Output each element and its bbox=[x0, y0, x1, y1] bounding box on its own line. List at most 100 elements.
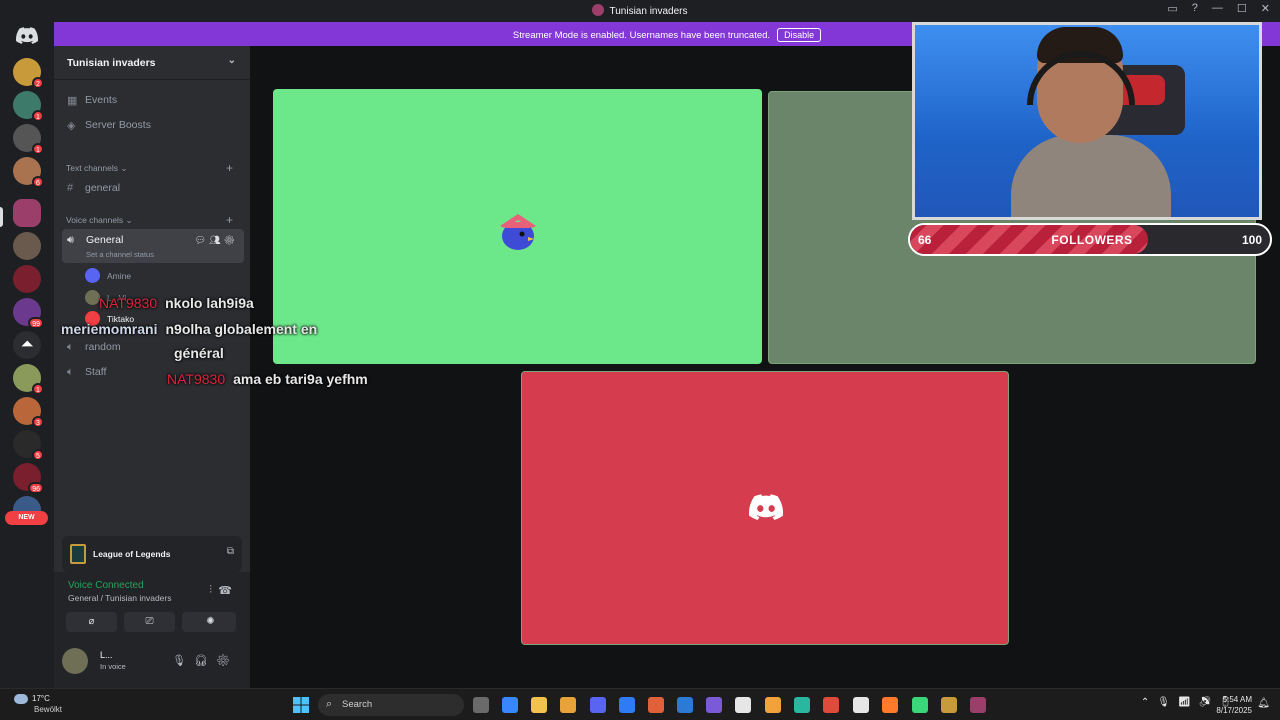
server-icon-tunisian-invaders[interactable] bbox=[13, 199, 41, 227]
windows-start-icon[interactable] bbox=[293, 697, 309, 713]
username[interactable]: L... bbox=[100, 650, 113, 660]
followers-label: FOLLOWERS bbox=[1051, 233, 1133, 247]
messenger-icon[interactable] bbox=[619, 697, 635, 713]
server-icon-4[interactable]: 6 bbox=[13, 157, 44, 188]
user-controls[interactable]: 🎙︎🎧︎⚙︎ bbox=[172, 654, 238, 667]
speaker-icon: 🔈︎ bbox=[67, 340, 74, 353]
file-explorer-icon[interactable] bbox=[531, 697, 547, 713]
banner-message: Streamer Mode is enabled. Usernames have… bbox=[512, 30, 771, 41]
clock[interactable]: 5:54 AM 8/17/2025 bbox=[1216, 694, 1252, 716]
server-icon-13[interactable]: 96 bbox=[13, 463, 44, 494]
taskbar-search[interactable]: ⌕ Search bbox=[318, 694, 464, 716]
disable-button[interactable]: Disable bbox=[777, 28, 822, 42]
video-tile-1[interactable] bbox=[273, 89, 762, 364]
server-icon-3[interactable]: 1 bbox=[13, 124, 44, 155]
voice-location[interactable]: General / Tunisian invaders bbox=[68, 593, 171, 603]
copilot-icon[interactable] bbox=[502, 697, 518, 713]
server-icon-1[interactable]: 2 bbox=[13, 58, 44, 89]
server-icon-11[interactable]: 3 bbox=[13, 397, 44, 428]
taskbar: 17°C Bewölkt ⌕ Search ⌃🎙︎📶︎🔊︎🔋︎ 5:54 AM 8/… bbox=[0, 688, 1280, 720]
server-icon-9[interactable]: ⏶ bbox=[13, 331, 41, 359]
category-voice-channels[interactable]: Voice channels ⌄ + bbox=[66, 213, 233, 227]
app-icon[interactable] bbox=[648, 697, 664, 713]
activity-panel[interactable]: League of Legends ⧉ bbox=[62, 536, 242, 572]
add-channel-icon[interactable]: + bbox=[226, 161, 233, 175]
avatar[interactable] bbox=[62, 648, 88, 674]
voice-channel-general[interactable]: 🔊︎ General Set a channel status 💬︎👥︎⚙︎ bbox=[62, 229, 244, 263]
channel-general[interactable]: # general bbox=[62, 177, 244, 199]
help-icon[interactable]: ? bbox=[1192, 2, 1198, 15]
discord-taskbar-icon[interactable] bbox=[590, 697, 606, 713]
chat-message: NAT9830 nkolo lah9i9a bbox=[99, 295, 254, 311]
disconnect-icon[interactable]: ☎ bbox=[218, 584, 232, 597]
soundboard-button[interactable]: ✺ bbox=[185, 612, 236, 632]
chat-username: NAT9830 bbox=[99, 295, 158, 311]
cloud-icon bbox=[14, 694, 28, 704]
server-icon-10[interactable]: 1 bbox=[13, 364, 44, 395]
channel-status-input[interactable]: Set a channel status bbox=[86, 250, 154, 259]
sidebar-item-events[interactable]: ▦ Events bbox=[62, 89, 244, 111]
firefox-icon[interactable] bbox=[882, 697, 898, 713]
server-icon-7[interactable] bbox=[13, 265, 41, 293]
voice-channel-tools[interactable]: 💬︎👥︎⚙︎ bbox=[195, 235, 238, 246]
chat-text: nkolo lah9i9a bbox=[165, 295, 254, 311]
boost-icon: ◈ bbox=[67, 119, 76, 132]
chat-text: général bbox=[174, 345, 224, 361]
user-status: In voice bbox=[100, 662, 126, 671]
video-tile-3[interactable] bbox=[521, 371, 1009, 645]
chat-message: NAT9830 ama eb tari9a yefhm bbox=[167, 371, 368, 387]
minimize-button[interactable]: — bbox=[1212, 2, 1223, 15]
brave-icon[interactable] bbox=[823, 697, 839, 713]
voice-member[interactable]: Amine bbox=[85, 268, 131, 283]
app-icon[interactable] bbox=[735, 697, 751, 713]
webcam-overlay bbox=[912, 22, 1262, 220]
selected-indicator bbox=[0, 207, 3, 227]
new-badge: NEW bbox=[5, 511, 48, 525]
channel-sidebar: Tunisian invaders ⌄ ▦ Events ◈ Server Boost… bbox=[54, 46, 250, 688]
vscode-icon[interactable] bbox=[677, 697, 693, 713]
obsidian-icon[interactable] bbox=[706, 697, 722, 713]
weather-widget[interactable]: 17°C Bewölkt bbox=[14, 694, 62, 714]
app-icon[interactable] bbox=[794, 697, 810, 713]
inbox-icon[interactable]: ▭ bbox=[1167, 2, 1177, 15]
server-icon bbox=[592, 4, 605, 16]
camera-off-button[interactable]: ⌀ bbox=[66, 612, 117, 632]
server-header[interactable]: Tunisian invaders ⌄ bbox=[54, 46, 250, 80]
search-icon: ⌕ bbox=[326, 698, 333, 710]
app-icon[interactable] bbox=[970, 697, 986, 713]
speaker-icon: 🔈︎ bbox=[67, 365, 74, 378]
streamer-body bbox=[1011, 135, 1171, 217]
server-icon-2[interactable]: 1 bbox=[13, 91, 44, 122]
screen-share-button[interactable]: ⎚ bbox=[124, 612, 175, 632]
server-icon-6[interactable] bbox=[13, 232, 41, 260]
league-of-legends-icon bbox=[70, 544, 86, 564]
add-voice-channel-icon[interactable]: + bbox=[226, 213, 233, 227]
app-icon[interactable] bbox=[765, 697, 781, 713]
tradingview-icon[interactable] bbox=[853, 697, 869, 713]
close-button[interactable]: ✕ bbox=[1261, 2, 1270, 15]
maximize-button[interactable]: ☐ bbox=[1237, 2, 1247, 15]
discord-logo-icon bbox=[749, 494, 783, 520]
server-icon-12[interactable]: 5 bbox=[13, 430, 44, 461]
server-icon-8[interactable]: 99 bbox=[13, 298, 44, 329]
avatar bbox=[85, 290, 100, 305]
notification-bell-icon[interactable]: 🔔︎ bbox=[1257, 698, 1270, 709]
followers-goal-bar: 66 FOLLOWERS 100 bbox=[908, 223, 1272, 256]
sidebar-item-server-boosts[interactable]: ◈ Server Boosts bbox=[62, 114, 244, 136]
chat-message: meriemomrani n9olha globalement en bbox=[61, 321, 317, 337]
chat-username: meriemomrani bbox=[61, 321, 158, 337]
voice-status[interactable]: Voice Connected bbox=[68, 580, 144, 591]
category-text-channels[interactable]: Text channels ⌄ + bbox=[66, 161, 233, 175]
chat-message-continued: général bbox=[174, 345, 224, 361]
sublime-icon[interactable] bbox=[560, 697, 576, 713]
stream-icon[interactable]: ⧉ bbox=[227, 546, 234, 557]
avatar bbox=[85, 268, 100, 283]
app-icon[interactable] bbox=[912, 697, 928, 713]
league-icon[interactable] bbox=[941, 697, 957, 713]
noise-suppression-icon[interactable]: ⫶ bbox=[209, 584, 212, 597]
calendar-icon: ▦ bbox=[67, 94, 78, 107]
task-view-icon[interactable] bbox=[473, 697, 489, 713]
user-panel: L... In voice 🎙︎🎧︎⚙︎ bbox=[54, 642, 250, 688]
discord-home-icon[interactable] bbox=[13, 27, 41, 49]
chevron-down-icon: ⌄ bbox=[227, 55, 236, 66]
